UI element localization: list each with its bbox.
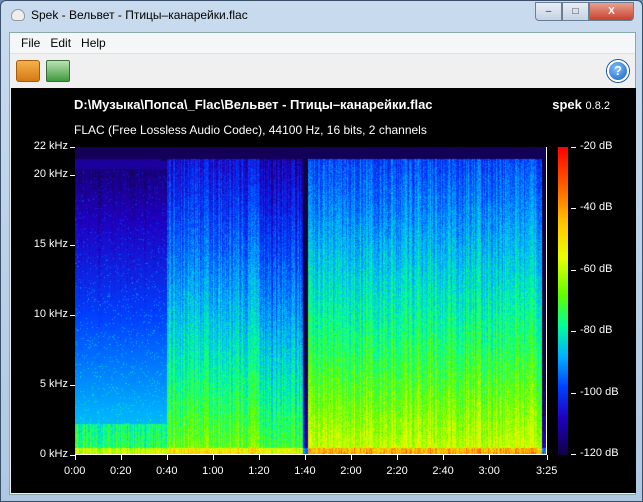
colorbar-tick [571,331,576,333]
y-tick-label: 20 kHz [33,168,68,180]
colorbar-tick [571,454,576,455]
menu-help[interactable]: Help [76,33,111,53]
colorbar-tick [571,269,576,271]
open-folder-icon[interactable] [16,60,40,82]
x-tick [443,455,445,460]
x-tick-label: 2:20 [386,465,408,477]
y-tick-label: 10 kHz [33,308,68,320]
x-tick-label: 2:40 [432,465,454,477]
close-button[interactable]: X [589,2,634,21]
audio-info: FLAC (Free Lossless Audio Codec), 44100 … [74,123,427,137]
x-tick-label: 0:00 [64,465,86,477]
y-tick [70,245,75,246]
x-tick [489,455,491,460]
x-tick-label: 1:00 [202,465,224,477]
help-icon[interactable]: ? [607,60,629,82]
app-icon [11,9,25,21]
app-window: Spek - Вельвет - Птицы–канарейки.flac – … [0,0,643,502]
x-tick-label: 0:40 [156,465,178,477]
x-tick-label: 2:00 [340,465,362,477]
x-tick [259,455,261,460]
title-bar[interactable]: Spek - Вельвет - Птицы–канарейки.flac – … [1,1,642,31]
colorbar-label: -120 dB [580,447,619,459]
y-tick [70,175,75,176]
spectrogram-panel: D:\Музыка\Попса\_Flac\Вельвет - Птицы–ка… [11,88,636,493]
colorbar-label: -60 dB [580,262,613,275]
x-tick [397,455,399,460]
save-icon[interactable] [46,60,70,82]
colorbar-label: -100 dB [580,385,619,398]
y-tick-label: 5 kHz [39,378,68,390]
file-path: D:\Музыка\Попса\_Flac\Вельвет - Птицы–ка… [74,97,433,112]
client-area: File Edit Help ? D:\Музыка\Попса\_Flac\В… [9,32,636,495]
menu-bar: File Edit Help [10,33,635,54]
y-tick-label: 0 kHz [39,448,68,460]
window-title: Spek - Вельвет - Птицы–канарейки.flac [31,8,248,22]
y-tick-label: 22 kHz [33,140,68,152]
colorbar-label: -20 dB [580,140,613,152]
maximize-button[interactable]: □ [562,2,589,21]
x-tick-label: 3:00 [478,465,500,477]
x-tick [121,455,123,460]
toolbar: ? [10,54,635,87]
plot-frame [75,147,547,455]
x-tick [547,455,548,460]
menu-edit[interactable]: Edit [45,33,76,53]
colorbar-tick [571,208,576,210]
version-number: 0.8.2 [585,100,610,112]
colorbar-tick [571,147,576,148]
x-tick [213,455,215,460]
x-tick-label: 3:25 [536,465,558,477]
x-tick [305,455,307,460]
y-tick [70,385,75,386]
x-tick-label: 0:20 [110,465,132,477]
colorbar-label: -40 dB [580,201,613,214]
app-version: spek 0.8.2 [552,97,610,112]
app-name: spek [552,97,582,112]
menu-file[interactable]: File [16,33,45,53]
x-tick [351,455,353,460]
y-tick [70,315,75,316]
colorbar-tick [571,392,576,394]
minimize-button[interactable]: – [535,2,562,21]
y-tick [70,147,75,148]
x-tick-label: 1:40 [294,465,316,477]
colorbar-label: -80 dB [580,324,613,337]
x-tick-label: 1:20 [248,465,270,477]
x-tick [167,455,169,460]
y-tick-label: 15 kHz [33,238,68,250]
colorbar [558,147,568,455]
x-tick [75,455,76,460]
